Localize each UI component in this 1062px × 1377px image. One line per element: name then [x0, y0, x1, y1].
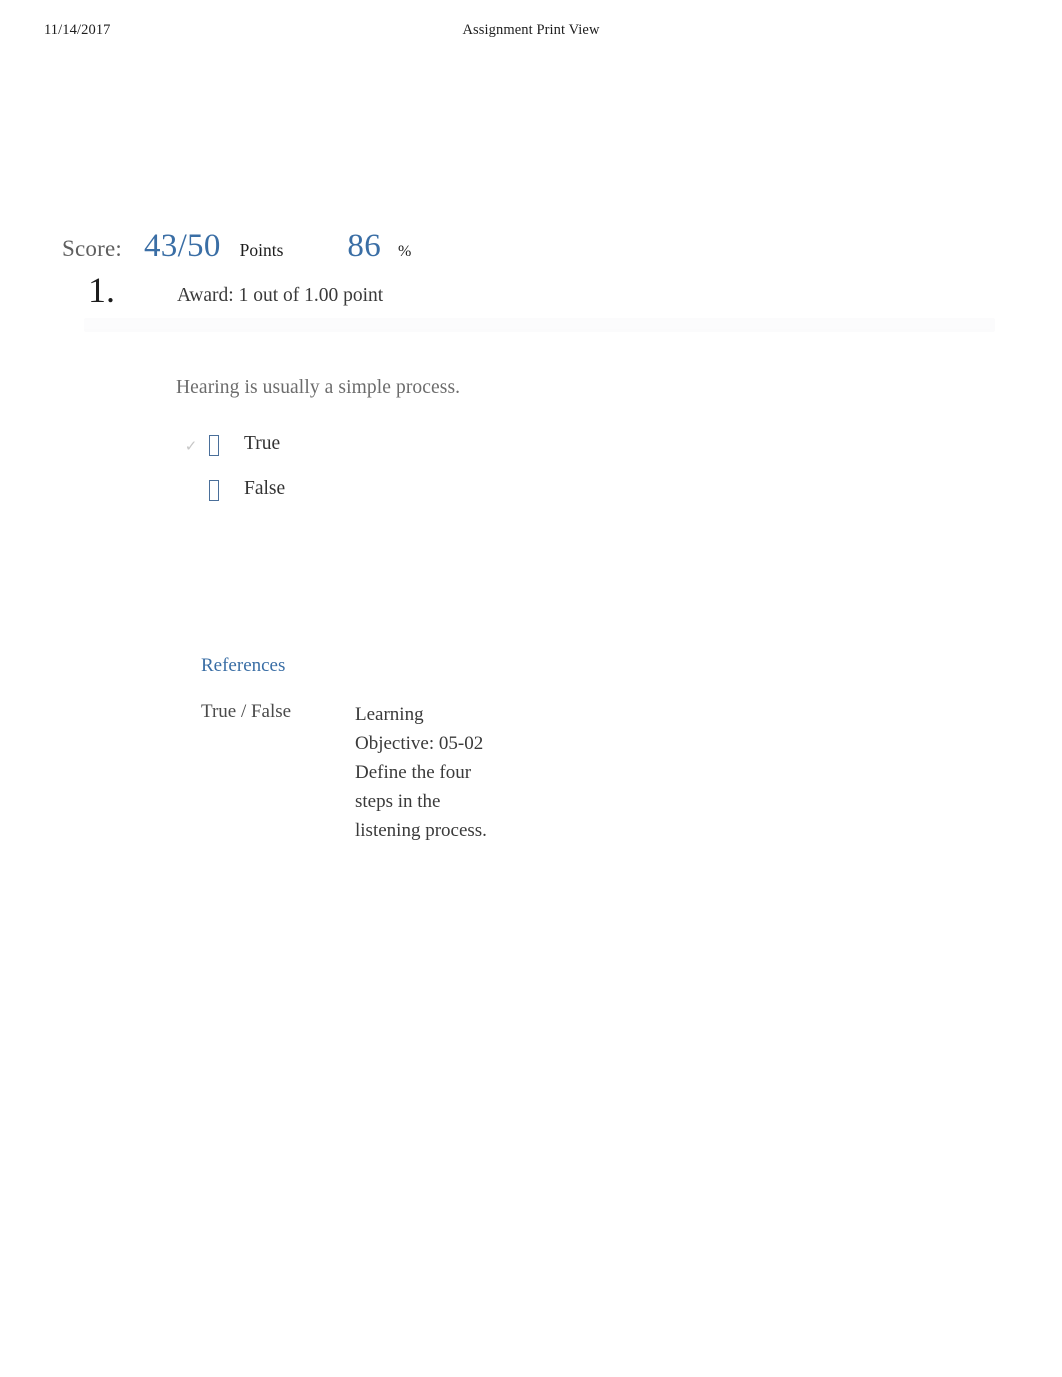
score-points-unit: Points — [239, 240, 284, 260]
score-label: Score: — [62, 236, 122, 261]
option-row-true[interactable]: ✓ True — [176, 430, 596, 475]
option-label-true: True — [244, 433, 281, 454]
question-award: Award: 1 out of 1.00 point — [177, 285, 384, 306]
answer-options: ✓ True False — [176, 430, 596, 520]
radio-button-false[interactable] — [209, 480, 219, 501]
print-header: 11/14/2017 Assignment Print View — [0, 22, 1062, 44]
radio-button-true[interactable] — [209, 435, 219, 456]
reference-question-type: True / False — [201, 701, 292, 722]
score-percent-value: 86 — [347, 228, 382, 264]
page-title: Assignment Print View — [462, 22, 600, 38]
references-link[interactable]: References — [201, 655, 285, 677]
question-number: 1. — [88, 270, 115, 310]
option-label-false: False — [244, 478, 286, 499]
question-divider-inner — [84, 320, 990, 329]
score-points-value: 43/50 — [143, 228, 221, 264]
question-stem: Hearing is usually a simple process. — [176, 377, 461, 398]
question-divider — [84, 318, 995, 332]
correct-check-icon-false — [183, 483, 199, 499]
score-percent-unit: % — [398, 243, 412, 260]
correct-check-icon: ✓ — [184, 437, 198, 455]
reference-learning-objective: Learning Objective: 05-02 Define the fou… — [355, 704, 487, 841]
score-summary: Score: 43/50 Points 86 % — [62, 228, 411, 265]
option-row-false[interactable]: False — [176, 475, 596, 520]
